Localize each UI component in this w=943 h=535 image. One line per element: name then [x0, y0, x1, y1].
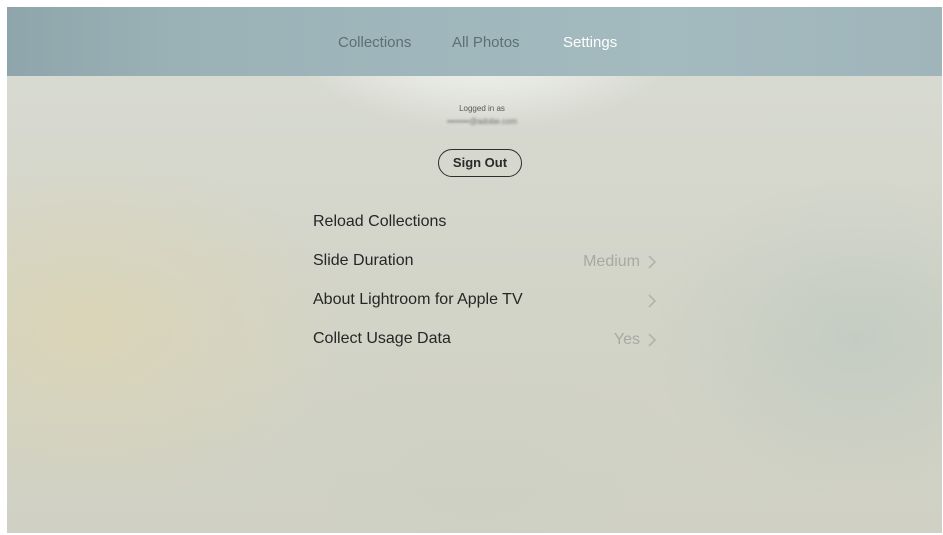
settings-list: Reload Collections Slide Duration Medium… [313, 204, 658, 360]
setting-label: Collect Usage Data [313, 330, 451, 347]
settings-screen: Collections All Photos Settings Logged i… [7, 7, 942, 533]
chevron-right-icon [648, 333, 657, 347]
setting-label: Reload Collections [313, 213, 447, 230]
tab-all-photos[interactable]: All Photos [452, 34, 520, 52]
logged-in-label: Logged in as [459, 104, 505, 113]
top-tab-bar: Collections All Photos Settings [7, 7, 942, 76]
sign-out-button[interactable]: Sign Out [438, 149, 522, 177]
setting-collect-usage-data[interactable]: Collect Usage Data Yes [313, 321, 658, 360]
chevron-right-icon [648, 294, 657, 308]
setting-slide-duration[interactable]: Slide Duration Medium [313, 243, 658, 282]
setting-value: Medium [583, 253, 640, 270]
account-email: ••••••••@adobe.com [446, 117, 518, 126]
setting-label: About Lightroom for Apple TV [313, 291, 523, 308]
chevron-right-icon [648, 255, 657, 269]
setting-value: Yes [613, 331, 640, 348]
setting-reload-collections[interactable]: Reload Collections [313, 204, 658, 243]
tab-settings[interactable]: Settings [563, 34, 617, 52]
setting-about-lightroom[interactable]: About Lightroom for Apple TV [313, 282, 658, 321]
setting-label: Slide Duration [313, 252, 414, 269]
tab-collections[interactable]: Collections [338, 34, 411, 52]
